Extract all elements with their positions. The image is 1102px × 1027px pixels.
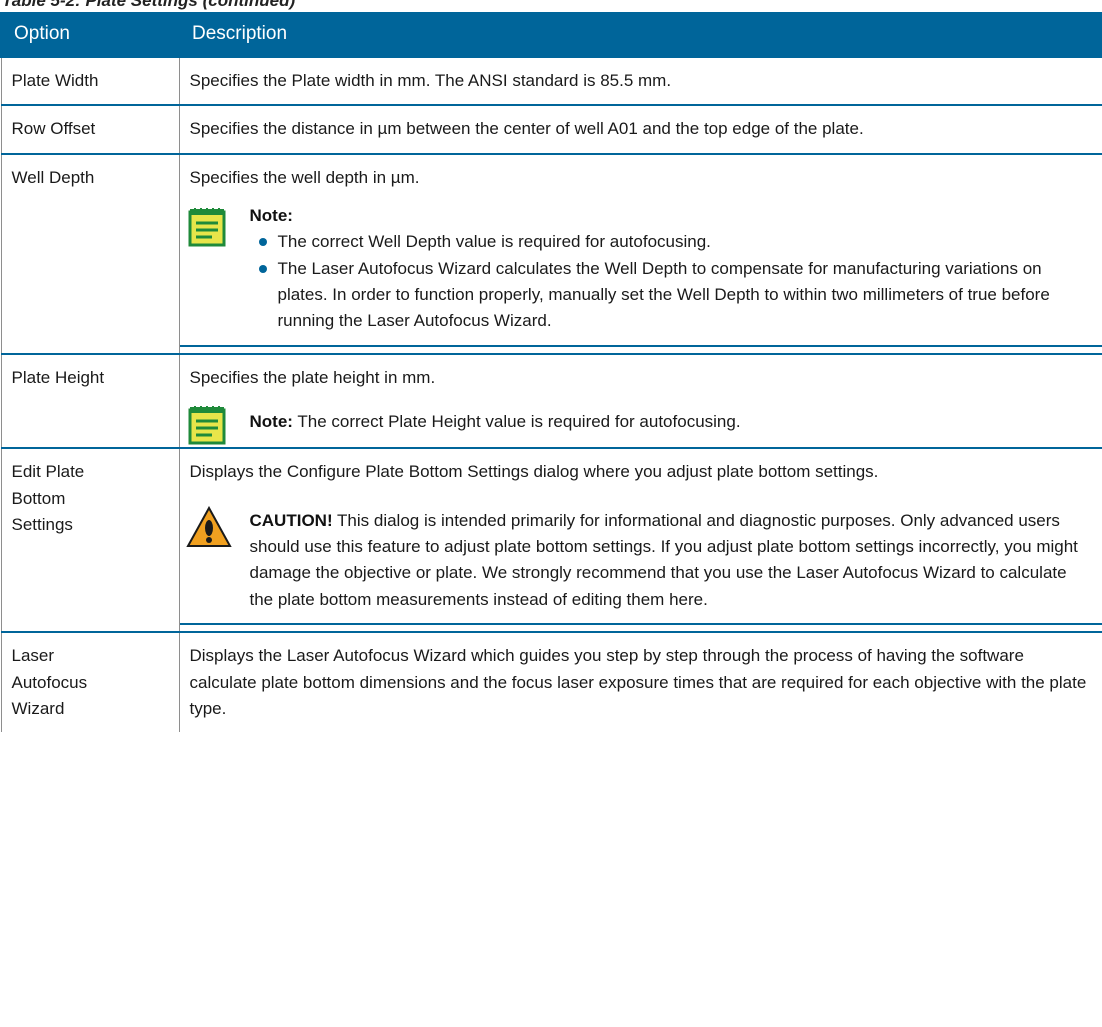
description-text: Specifies the distance in µm between the…: [189, 119, 864, 139]
description-cell: Displays the Configure Plate Bottom Sett…: [178, 447, 1102, 633]
note-block: Note: The correct Well Depth value is re…: [179, 203, 1102, 347]
option-cell: Laser Autofocus Wizard: [0, 631, 180, 733]
description-cell: Specifies the distance in µm between the…: [178, 104, 1102, 155]
table-caption: Table 5-2: Plate Settings (continued): [2, 0, 296, 10]
note-item: The correct Well Depth value is required…: [258, 229, 1089, 255]
table-row: Well Depth Specifies the well depth in µ…: [0, 152, 1102, 355]
description-cell: Specifies the well depth in µm. Note: Th…: [178, 152, 1102, 355]
notepad-icon: [188, 405, 226, 453]
description-text: Specifies the Plate width in mm. The ANS…: [189, 71, 672, 90]
caution-paragraph: CAUTION! This dialog is intended primari…: [250, 508, 1089, 613]
notepad-icon: [188, 207, 226, 255]
header-description: Description: [178, 12, 1102, 57]
description-cell: Displays the Laser Autofocus Wizard whic…: [178, 631, 1102, 733]
table-row: Laser Autofocus Wizard Displays the Lase…: [0, 631, 1102, 733]
option-cell: Plate Height: [0, 352, 180, 449]
table-row: Edit Plate Bottom Settings Displays the …: [0, 447, 1102, 633]
plate-settings-table: Option Description Plate Width Specifies…: [0, 12, 1102, 733]
description-cell: Specifies the Plate width in mm. The ANS…: [178, 55, 1102, 106]
note-list: The correct Well Depth value is required…: [250, 229, 1089, 334]
option-cell: Plate Width: [0, 55, 180, 106]
note-block: Note: The correct Plate Height value is …: [180, 403, 1102, 447]
option-cell: Edit Plate Bottom Settings: [0, 447, 180, 633]
table-header-row: Option Description: [0, 12, 1102, 57]
option-cell: Well Depth: [0, 152, 180, 355]
note-text: The correct Plate Height value is requir…: [297, 412, 741, 432]
table-row: Plate Height Specifies the plate height …: [0, 352, 1102, 449]
table-row: Plate Width Specifies the Plate width in…: [0, 55, 1102, 106]
header-option: Option: [0, 12, 180, 57]
description-cell: Specifies the plate height in mm. Note: …: [178, 352, 1102, 449]
description-text: Specifies the well depth in µm.: [189, 167, 420, 187]
note-label: Note:: [249, 412, 293, 432]
caution-label: CAUTION!: [249, 510, 333, 530]
note-item: The Laser Autofocus Wizard calculates th…: [258, 256, 1089, 335]
note-paragraph: Note: The correct Plate Height value is …: [250, 409, 1089, 435]
table-row: Row Offset Specifies the distance in µm …: [0, 104, 1102, 155]
warning-triangle-icon: [185, 505, 232, 556]
description-text: Displays the Configure Plate Bottom Sett…: [189, 462, 879, 482]
option-cell: Row Offset: [0, 104, 180, 155]
caution-block: CAUTION! This dialog is intended primari…: [179, 498, 1102, 626]
description-text: Displays the Laser Autofocus Wizard whic…: [189, 646, 1087, 718]
caution-text: This dialog is intended primarily for in…: [249, 510, 1078, 609]
description-text: Specifies the plate height in mm.: [189, 367, 436, 387]
note-label: Note:: [249, 206, 293, 226]
